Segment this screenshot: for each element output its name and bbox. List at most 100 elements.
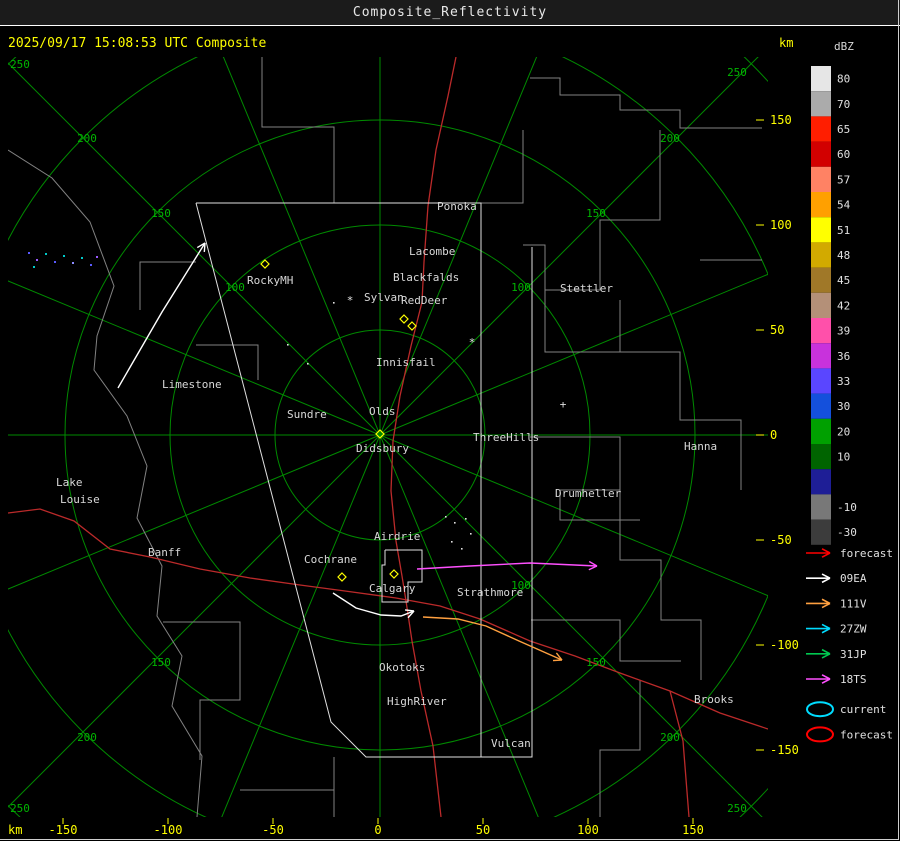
city-label: Lacombe xyxy=(409,245,455,258)
dbz-swatch xyxy=(811,368,831,394)
city-label: Sylvan xyxy=(364,291,404,304)
window-title: Composite_Reflectivity xyxy=(352,5,548,20)
dbz-value-label: 30 xyxy=(837,400,850,413)
city-label: Lake xyxy=(56,476,83,489)
city-label: ThreeHills xyxy=(473,431,539,444)
city-label: Strathmore xyxy=(457,586,523,599)
dbz-value-label: 42 xyxy=(837,299,850,312)
bottom-axis-label: -150 xyxy=(49,823,78,837)
legend-track-label: 27ZW xyxy=(840,623,867,636)
range-label: 200 xyxy=(660,132,680,145)
right-axis-label: 0 xyxy=(770,428,777,442)
dbz-swatch xyxy=(811,393,831,419)
city-label: Vulcan xyxy=(491,737,531,750)
legend-track-label: 09EA xyxy=(840,572,867,585)
map-dot xyxy=(333,302,335,304)
city-label: Ponoka xyxy=(437,200,477,213)
lightning-speck xyxy=(90,264,92,266)
point-symbol: + xyxy=(560,398,567,411)
bottom-axis-label: 50 xyxy=(476,823,490,837)
range-label: 200 xyxy=(660,731,680,744)
bottom-axis-unit: km xyxy=(8,823,22,837)
range-label: 100 xyxy=(511,281,531,294)
point-symbol: * xyxy=(469,336,476,349)
dbz-value-label: 48 xyxy=(837,249,850,262)
dbz-value-label: 36 xyxy=(837,350,850,363)
right-axis-label: 100 xyxy=(770,218,792,232)
dbz-value-label: 20 xyxy=(837,425,850,438)
map-dot xyxy=(454,522,456,524)
range-label: 150 xyxy=(151,656,171,669)
range-label: 150 xyxy=(151,207,171,220)
legend-track-label: 111V xyxy=(840,597,867,610)
map-dot xyxy=(461,548,463,550)
city-label: Olds xyxy=(369,405,396,418)
bottom-axis-label: -50 xyxy=(262,823,284,837)
city-label: Innisfail xyxy=(376,356,436,369)
range-label: 200 xyxy=(77,731,97,744)
dbz-value-label: 33 xyxy=(837,375,850,388)
dbz-swatch xyxy=(811,116,831,142)
city-label: HighRiver xyxy=(387,695,447,708)
right-axis-label: -150 xyxy=(770,743,799,757)
range-label: 100 xyxy=(225,281,245,294)
city-label: Limestone xyxy=(162,378,222,391)
bottom-axis-label: -100 xyxy=(154,823,183,837)
map-dot xyxy=(445,516,447,518)
dbz-swatch xyxy=(811,192,831,218)
legend-track-label: forecast xyxy=(840,728,893,741)
city-label: Banff xyxy=(148,546,181,559)
city-label: Calgary xyxy=(369,582,416,595)
dbz-swatch xyxy=(811,292,831,318)
legend-track-label: 18TS xyxy=(840,673,867,686)
timestamp: 2025/09/17 15:08:53 UTC Composite xyxy=(8,36,266,51)
title-bar: Composite_Reflectivity xyxy=(0,0,900,26)
lightning-speck xyxy=(28,252,30,254)
city-label: Brooks xyxy=(694,693,734,706)
lightning-speck xyxy=(33,266,35,268)
dbz-swatch xyxy=(811,418,831,444)
range-label: 250 xyxy=(10,802,30,815)
bottom-axis-label: 0 xyxy=(374,823,381,837)
lightning-speck xyxy=(72,262,74,264)
dbz-value-label: 65 xyxy=(837,123,850,136)
dbz-value-label: 45 xyxy=(837,274,850,287)
range-label: 150 xyxy=(586,656,606,669)
right-axis-label: -100 xyxy=(770,638,799,652)
bottom-axis-label: 150 xyxy=(682,823,704,837)
map-dot xyxy=(307,363,309,365)
lightning-speck xyxy=(96,256,98,258)
dbz-value-label: 51 xyxy=(837,224,850,237)
dbz-value-label: 60 xyxy=(837,148,850,161)
map-dot xyxy=(465,518,467,520)
dbz-value-label: 10 xyxy=(837,451,850,464)
dbz-value-label: 54 xyxy=(837,199,851,212)
dbz-swatch xyxy=(811,343,831,369)
canvas-background xyxy=(0,0,900,841)
dbz-swatch xyxy=(811,141,831,167)
legend-track-label: 31JP xyxy=(840,648,867,661)
range-label: 200 xyxy=(77,132,97,145)
city-label: Hanna xyxy=(684,440,717,453)
dbz-swatch xyxy=(811,217,831,243)
dbz-swatch xyxy=(811,519,831,545)
radar-display[interactable]: **+ 100150200250100150200250150200250100… xyxy=(0,0,900,841)
lightning-speck xyxy=(45,253,47,255)
right-axis-unit: km xyxy=(779,36,793,50)
lightning-speck xyxy=(54,261,56,263)
dbz-swatch xyxy=(811,444,831,470)
range-label: 250 xyxy=(10,58,30,71)
city-label: Blackfalds xyxy=(393,271,459,284)
city-label: Didsbury xyxy=(356,442,409,455)
dbz-value-label: 39 xyxy=(837,325,850,338)
range-label: 250 xyxy=(727,802,747,815)
range-label: 250 xyxy=(727,66,747,79)
right-axis-label: 50 xyxy=(770,323,784,337)
storm-track-arrow xyxy=(552,659,563,662)
dbz-scale-title: dBZ xyxy=(834,40,854,53)
dbz-value-label: -10 xyxy=(837,501,857,514)
right-axis-label: 150 xyxy=(770,113,792,127)
right-axis-label: -50 xyxy=(770,533,792,547)
storm-track-arrow xyxy=(203,242,206,253)
map-dot xyxy=(451,541,453,543)
